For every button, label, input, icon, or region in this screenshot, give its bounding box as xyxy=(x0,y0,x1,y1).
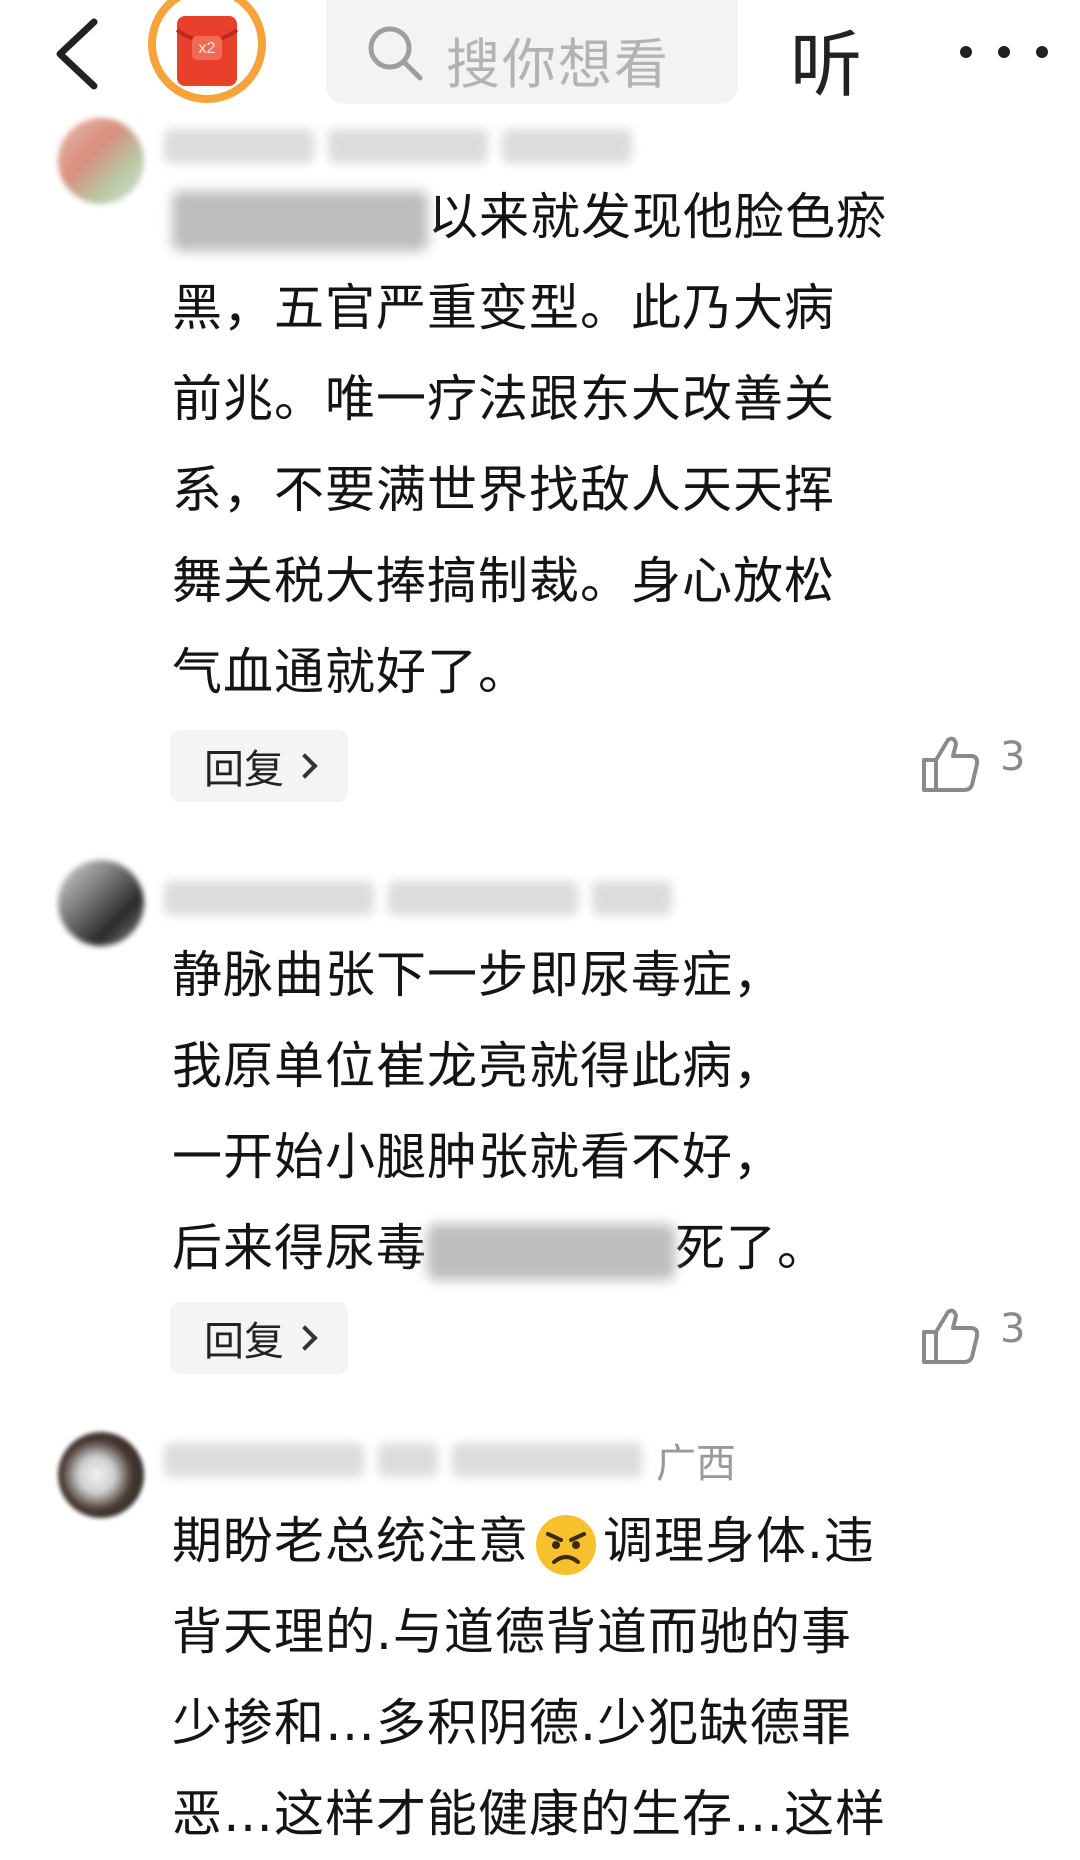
like-count: 3 xyxy=(1000,1306,1026,1352)
reply-button[interactable]: 回复 xyxy=(170,730,348,802)
more-icon[interactable] xyxy=(950,16,1060,86)
comment-meta: 广西 xyxy=(164,1434,736,1487)
search-bar[interactable]: 搜你想看 xyxy=(326,0,738,104)
chevron-right-icon xyxy=(292,1325,318,1351)
avatar[interactable] xyxy=(58,118,144,204)
search-input[interactable]: 搜你想看 xyxy=(446,20,706,99)
avatar[interactable] xyxy=(58,1432,144,1518)
comment-meta xyxy=(164,120,632,172)
like-count: 3 xyxy=(1000,734,1026,780)
thumbs-up-icon xyxy=(922,1308,980,1364)
like-button[interactable]: 3 xyxy=(920,728,1040,798)
listen-button[interactable]: 听 xyxy=(790,6,862,111)
reply-button[interactable]: 回复 xyxy=(170,1302,348,1374)
comment-text: 静脉曲张下一步即尿毒症， 我原单位崔龙亮就得此病， 一开始小腿肿张就看不好， 后… xyxy=(172,930,1032,1294)
red-packet-badge: x2 xyxy=(199,40,216,57)
reply-label: 回复 xyxy=(204,1319,284,1365)
top-bar: x2 搜你想看 听 xyxy=(0,0,1080,110)
red-packet-icon[interactable]: x2 xyxy=(146,0,268,106)
comment-meta xyxy=(164,872,672,924)
reply-label: 回复 xyxy=(204,747,284,793)
avatar[interactable] xyxy=(58,860,144,946)
back-arrow-icon[interactable] xyxy=(48,14,108,94)
like-button[interactable]: 3 xyxy=(920,1300,1040,1370)
thumbs-up-icon xyxy=(922,736,980,792)
chevron-right-icon xyxy=(292,753,318,779)
comment-text: 以来就发现他脸色瘀 黑，五官严重变型。此乃大病 前兆。唯一疗法跟东大改善关 系，… xyxy=(172,188,887,701)
comment-region: 广西 xyxy=(656,1441,736,1487)
search-icon xyxy=(364,22,426,84)
angry-emoji-icon xyxy=(536,1514,596,1575)
comment-text: 期盼老总统注意 调理身体.违 背天理的.与道德背道而驰的事 少掺和…多积阴德.少犯… xyxy=(172,1512,886,1843)
